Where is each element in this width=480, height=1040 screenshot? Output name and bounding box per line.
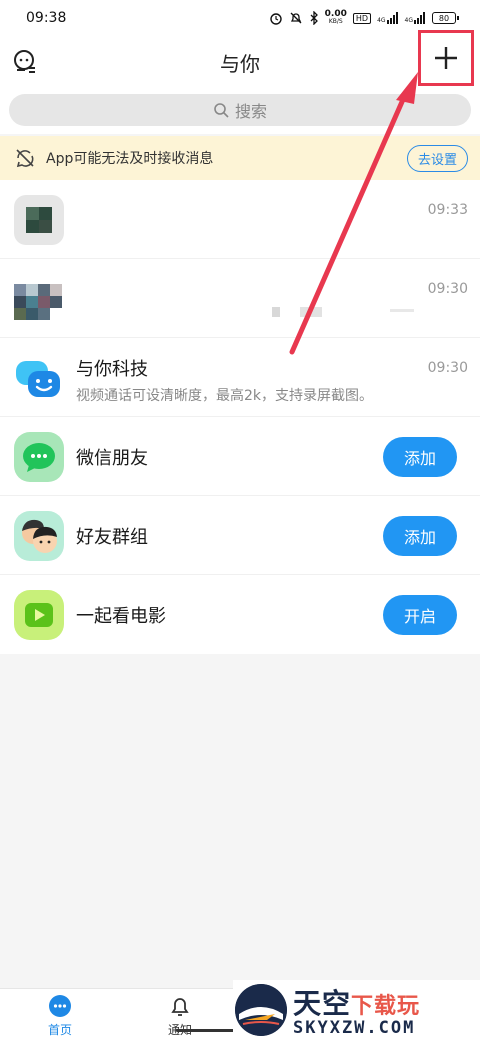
list-item-friend-groups[interactable]: 好友群组 添加 [0, 496, 480, 575]
notification-warning: App可能无法及时接收消息 去设置 [0, 136, 480, 180]
feature-name: 微信朋友 [76, 448, 148, 469]
group-people-icon [22, 519, 57, 553]
signal-icon [386, 12, 398, 24]
signal-4g-2: 4G [405, 12, 426, 24]
conversation-name: 与你科技 [76, 359, 148, 380]
blurred-text [272, 307, 280, 317]
play-icon [25, 603, 53, 627]
search-placeholder: 搜索 [234, 102, 267, 121]
home-indicator [176, 1029, 236, 1032]
conversation-time: 09:30 [427, 360, 468, 376]
status-bar: 09:38 0.00 KB/S HD 4G 4G 80 [0, 0, 480, 36]
search-bar: 搜索 [0, 88, 480, 134]
signal-4g-1: 4G [377, 12, 398, 24]
tab-home[interactable]: 首页 [30, 993, 90, 1038]
status-icons: 0.00 KB/S HD 4G 4G 80 [269, 9, 459, 26]
watermark: 天空下载玩 SKYXZW.COM [233, 980, 480, 1040]
avatar [14, 274, 64, 324]
search-input[interactable]: 搜索 [9, 94, 471, 126]
notice-text: App可能无法及时接收消息 [46, 151, 214, 167]
page-title: 与你 [220, 51, 260, 76]
list-item-watch-movie[interactable]: 一起看电影 开启 [0, 575, 480, 654]
bluetooth-icon [310, 11, 318, 25]
blurred-text [300, 307, 322, 317]
net-speed: 0.00 KB/S [324, 9, 347, 26]
avatar [14, 590, 64, 640]
signal-icon [414, 12, 425, 24]
hd-badge: HD [352, 12, 372, 24]
add-button[interactable]: 添加 [383, 516, 457, 556]
list-item[interactable]: 09:33 [0, 180, 480, 259]
avatar [14, 195, 64, 245]
watermark-logo [235, 984, 287, 1036]
blurred-text [390, 309, 414, 312]
list-item[interactable]: 与你科技 视频通话可设清晰度，最高2k，支持录屏截图。 09:30 [0, 338, 480, 417]
notification-off-icon [16, 149, 34, 168]
enable-button[interactable]: 开启 [383, 595, 457, 635]
list-item-wechat-friends[interactable]: 微信朋友 添加 [0, 417, 480, 496]
conversation-time: 09:30 [427, 281, 468, 297]
home-chat-icon [49, 995, 71, 1017]
watermark-title: 天空下载玩 [293, 987, 421, 1020]
battery-icon: 80 [432, 12, 459, 24]
list-item[interactable]: 09:30 [0, 259, 480, 338]
avatar [14, 432, 64, 482]
tab-label: 首页 [47, 1023, 72, 1037]
alarm-icon [269, 13, 282, 25]
bell-icon [171, 998, 189, 1016]
profile-icon[interactable] [12, 48, 40, 76]
avatar [14, 353, 64, 403]
add-button[interactable] [418, 30, 474, 86]
plus-icon [435, 47, 457, 69]
chat-bubble-icon [23, 443, 55, 472]
app-header: 与你 [0, 30, 480, 88]
watermark-url: SKYXZW.COM [293, 1018, 416, 1038]
conversation-preview: 视频通话可设清晰度，最高2k，支持录屏截图。 [76, 388, 374, 404]
yuni-logo-icon [16, 361, 60, 397]
search-icon [214, 103, 229, 118]
add-button[interactable]: 添加 [383, 437, 457, 477]
feature-name: 一起看电影 [76, 606, 166, 627]
go-settings-button[interactable]: 去设置 [406, 144, 468, 172]
feature-name: 好友群组 [76, 527, 148, 548]
conversation-time: 09:33 [427, 202, 468, 218]
mute-bell-icon [290, 12, 302, 24]
avatar [14, 511, 64, 561]
status-time: 09:38 [26, 10, 67, 26]
conversation-list: 09:33 09:30 与你科技 视频通话可设清晰度，最高2k，支持录屏截图。 … [0, 180, 480, 654]
